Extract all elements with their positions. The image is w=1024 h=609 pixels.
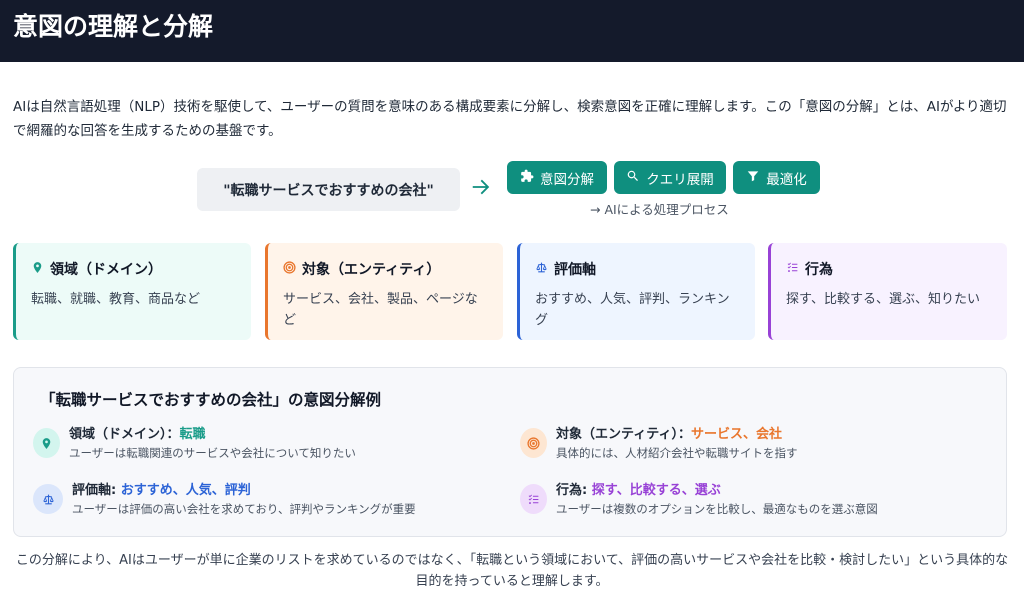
example-evaluation-value: おすすめ、人気、評判	[120, 483, 251, 498]
map-marker-icon	[31, 261, 44, 278]
example-evaluation-label: 評価軸:	[72, 483, 121, 498]
bullseye-icon	[283, 260, 296, 278]
example-panel: 「転職サービスでおすすめの会社」の意図分解例 領域（ドメイン）：転職 ユーザーは…	[13, 367, 1007, 537]
card-evaluation-body: おすすめ、人気、評判、ランキング	[535, 292, 730, 328]
card-domain: 領域（ドメイン） 転職、就職、教育、商品など	[13, 243, 251, 340]
card-evaluation-title: 評価軸	[554, 262, 596, 278]
intro-text: AIは自然言語処理（NLP）技術を駆使して、ユーザーの質問を意味のある構成要素に…	[13, 99, 1007, 139]
arrow-right-icon	[470, 176, 494, 202]
header-bar: 意図の理解と分解	[0, 0, 1024, 62]
process-note: → AIによる処理プロセス	[590, 202, 729, 217]
example-domain-desc: ユーザーは転職関連のサービスや会社について知りたい	[69, 446, 356, 460]
card-action-body: 探す、比較する、選ぶ、知りたい	[786, 292, 980, 307]
query-expansion-label: クエリ展開	[646, 171, 714, 188]
example-domain-value: 転職	[179, 427, 206, 442]
example-action-value: 探す、比較する、選ぶ	[591, 483, 721, 498]
card-action-title: 行為	[805, 262, 833, 278]
card-entity-body: サービス、会社、製品、ページなど	[283, 292, 478, 328]
optimization-label: 最適化	[766, 171, 807, 188]
bullseye-icon	[520, 428, 547, 458]
task-list-icon	[520, 484, 547, 514]
page-title: 意図の理解と分解	[13, 12, 214, 41]
intent-decomposition-label: 意図分解	[540, 171, 594, 188]
example-item-evaluation: 評価軸: おすすめ、人気、評判 ユーザーは評価の高い会社を求めており、評判やラン…	[33, 482, 416, 518]
card-domain-body: 転職、就職、教育、商品など	[31, 292, 201, 307]
card-entity-title: 対象（エンティティ）	[302, 262, 441, 278]
example-entity-desc: 具体的には、人材紹介会社や転職サイトを指す	[556, 446, 798, 460]
summary-text: この分解により、AIはユーザーが単に企業のリストを求めているのではなく、「転職と…	[15, 553, 1009, 589]
search-icon	[626, 169, 640, 187]
card-entity: 対象（エンティティ） サービス、会社、製品、ページなど	[265, 243, 503, 340]
card-evaluation: 評価軸 おすすめ、人気、評判、ランキング	[517, 243, 755, 340]
intent-decomposition-button[interactable]: 意図分解	[507, 161, 607, 194]
query-example: "転職サービスでおすすめの会社"	[197, 168, 460, 211]
query-expansion-button[interactable]: クエリ展開	[614, 161, 726, 194]
example-title: 「転職サービスでおすすめの会社」の意図分解例	[40, 391, 382, 409]
filter-icon	[746, 169, 760, 187]
example-action-desc: ユーザーは複数のオプションを比較し、最適なものを選ぶ意図	[556, 502, 878, 516]
example-entity-value: サービス、会社	[690, 427, 782, 442]
card-domain-title: 領域（ドメイン）	[50, 262, 162, 278]
puzzle-icon	[520, 169, 534, 187]
optimization-button[interactable]: 最適化	[733, 161, 820, 194]
example-action-label: 行為:	[556, 483, 592, 498]
example-item-domain: 領域（ドメイン）：転職 ユーザーは転職関連のサービスや会社について知りたい	[33, 426, 356, 462]
example-domain-label: 領域（ドメイン）：	[69, 427, 180, 442]
card-action: 行為 探す、比較する、選ぶ、知りたい	[768, 243, 1007, 340]
example-item-action: 行為: 探す、比較する、選ぶ ユーザーは複数のオプションを比較し、最適なものを選…	[520, 482, 878, 518]
example-item-entity: 対象（エンティティ）：サービス、会社 具体的には、人材紹介会社や転職サイトを指す	[520, 426, 798, 462]
task-list-icon	[786, 261, 799, 278]
example-entity-label: 対象（エンティティ）：	[556, 427, 691, 442]
balance-scale-icon	[535, 261, 548, 278]
map-marker-icon	[33, 428, 60, 458]
example-evaluation-desc: ユーザーは評価の高い会社を求めており、評判やランキングが重要	[72, 502, 416, 516]
balance-scale-icon	[33, 484, 63, 514]
